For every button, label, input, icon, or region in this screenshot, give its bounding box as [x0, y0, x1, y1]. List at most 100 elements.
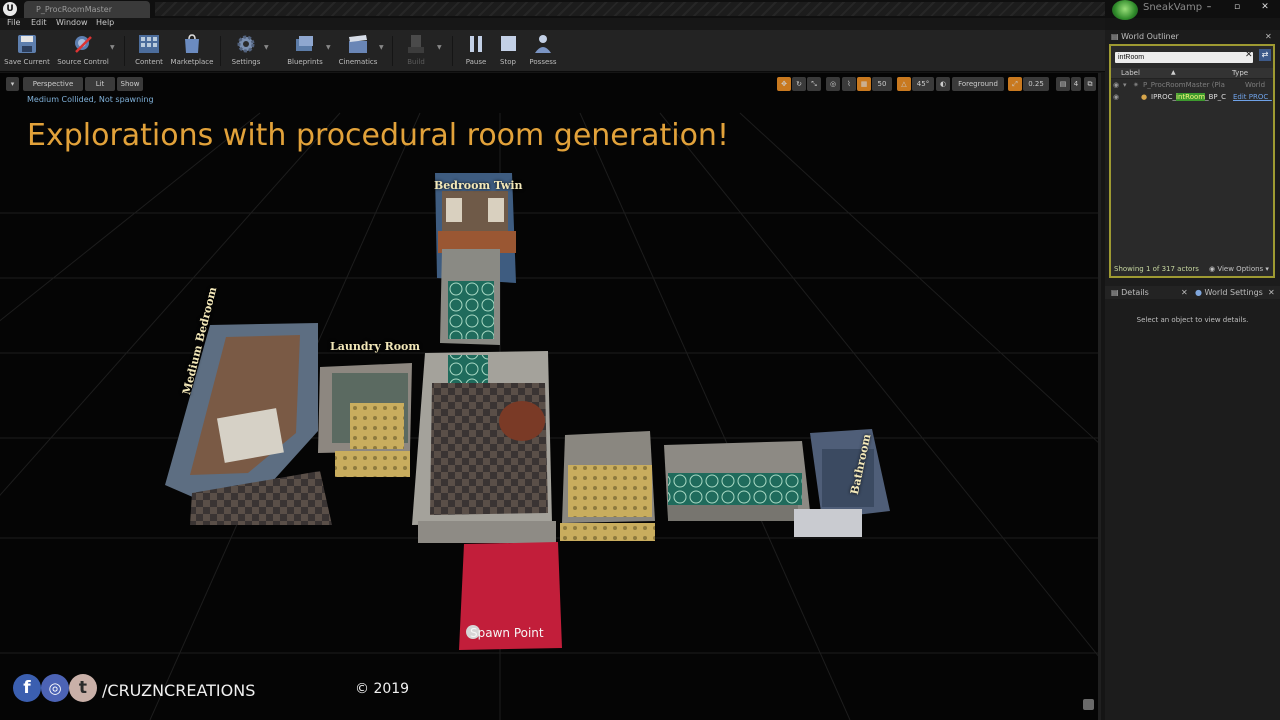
rotation-snap-icon[interactable]: △	[897, 77, 911, 91]
main-toolbar: Save Current Source Control ▼ Content Ma…	[0, 30, 1105, 72]
viewport-status-text: Medium Collided, Not spawning	[27, 95, 154, 104]
cinematics-dropdown-icon[interactable]: ▼	[379, 44, 384, 51]
camera-speed-icon[interactable]: ▤	[1056, 77, 1070, 91]
actor-count-text: Showing 1 of 317 actors	[1114, 265, 1199, 273]
possess-label: Possess	[529, 58, 557, 66]
details-tab[interactable]: ▤ Details	[1111, 288, 1181, 302]
room-laundry[interactable]	[318, 363, 412, 477]
close-button[interactable]: ✕	[1255, 2, 1275, 16]
cinematics-button[interactable]: Cinematics	[337, 33, 379, 69]
world-row-type: World	[1245, 81, 1266, 89]
camera-icon[interactable]: ◐	[936, 77, 950, 91]
toolbar-separator	[220, 36, 221, 66]
save-current-button[interactable]: Save Current	[4, 33, 50, 69]
close-details-icon[interactable]: ✕	[1181, 288, 1193, 302]
sort-arrow-icon: ▲	[1171, 69, 1176, 76]
source-control-label: Source Control	[57, 58, 109, 66]
tree-row-actor[interactable]: ◉ ● IPROC_intRoom_BP_C Edit PROC_	[1111, 93, 1273, 104]
title-bar: U P_ProcRoomMaster SneakVamp – ▫ ✕	[0, 0, 1280, 20]
viewport-transform-bar: ✥ ↻ ⤡ ◎ ⌇ ▦ 50 △ 45° ◐ Foreground ⤢ 0.25…	[776, 77, 1098, 91]
source-control-dropdown-icon[interactable]: ▼	[110, 44, 115, 51]
viewport-resize-handle[interactable]	[1083, 699, 1094, 710]
close-world-settings-icon[interactable]: ✕	[1268, 288, 1278, 302]
copyright-text: © 2019	[355, 681, 410, 697]
tumblr-icon: t	[69, 674, 97, 702]
title-bar-drag-area[interactable]	[155, 2, 1105, 16]
room-hallway[interactable]	[440, 249, 500, 345]
visibility-eye-icon[interactable]: ◉	[1113, 93, 1119, 101]
label-spawn-point: Spawn Point	[470, 626, 544, 640]
menu-window[interactable]: Window	[56, 18, 88, 27]
toolbar-separator	[124, 36, 125, 66]
possess-button[interactable]: Possess	[526, 33, 560, 69]
level-viewport[interactable]: ▾ Perspective Lit Show ✥ ↻ ⤡ ◎ ⌇ ▦ 50 △ …	[0, 73, 1101, 720]
source-control-button[interactable]: Source Control	[56, 33, 110, 69]
build-label: Build	[407, 58, 425, 66]
grid-snap-icon[interactable]: ▦	[857, 77, 871, 91]
grid-size-value[interactable]: 50	[872, 77, 892, 91]
label-column-header[interactable]: Label	[1121, 69, 1140, 77]
build-button[interactable]: Build	[400, 33, 432, 69]
scale-mode-icon[interactable]: ⤡	[807, 77, 821, 91]
rotate-mode-icon[interactable]: ↻	[792, 77, 806, 91]
blueprints-button[interactable]: Blueprints	[284, 33, 326, 69]
visibility-eye-icon[interactable]: ◉	[1113, 81, 1119, 89]
lit-button[interactable]: Lit	[85, 77, 115, 91]
room-bathroom[interactable]	[794, 429, 890, 537]
facebook-icon: f	[13, 674, 41, 702]
rotation-snap-value[interactable]: 45°	[912, 77, 934, 91]
toolbar-separator	[392, 36, 393, 66]
room-yellow[interactable]	[560, 431, 655, 541]
world-outliner-title: World Outliner	[1121, 32, 1179, 41]
save-icon	[18, 35, 36, 53]
outliner-view-icon[interactable]: ⇄	[1259, 49, 1271, 61]
world-space-icon[interactable]: ◎	[826, 77, 840, 91]
settings-dropdown-icon[interactable]: ▼	[264, 44, 269, 51]
room-central-hall[interactable]	[412, 351, 556, 543]
camera-speed-value[interactable]: 4	[1071, 77, 1081, 91]
user-avatar-icon[interactable]	[1112, 0, 1138, 20]
details-empty-message: Select an object to view details.	[1136, 316, 1249, 324]
maximize-viewport-icon[interactable]: ⧉	[1084, 77, 1096, 91]
show-button[interactable]: Show	[117, 77, 143, 91]
world-settings-tab[interactable]: ● World Settings	[1195, 288, 1267, 302]
world-row-label: P_ProcRoomMaster (Pla	[1143, 81, 1225, 89]
stop-button[interactable]: Stop	[495, 33, 521, 69]
scale-snap-icon[interactable]: ⤢	[1008, 77, 1022, 91]
outliner-search-input[interactable]	[1115, 52, 1253, 63]
settings-button[interactable]: Settings	[228, 33, 264, 69]
content-label: Content	[135, 58, 163, 66]
clear-search-icon[interactable]: ✕	[1245, 50, 1253, 60]
perspective-button[interactable]: Perspective	[23, 77, 83, 91]
blueprints-dropdown-icon[interactable]: ▼	[326, 44, 331, 51]
expand-arrow-icon[interactable]: ▾	[1123, 81, 1127, 89]
instagram-icon: ◎	[41, 674, 69, 702]
unreal-logo-icon[interactable]: U	[3, 2, 17, 16]
pause-button[interactable]: Pause	[462, 33, 490, 69]
outliner-icon: ▤	[1111, 32, 1122, 41]
menu-edit[interactable]: Edit	[31, 18, 47, 27]
layer-button[interactable]: Foreground	[952, 77, 1004, 91]
marketplace-button[interactable]: Marketplace	[170, 33, 214, 69]
label-laundry-room: Laundry Room	[330, 340, 421, 353]
translate-mode-icon[interactable]: ✥	[777, 77, 791, 91]
edit-blueprint-link[interactable]: Edit PROC_	[1233, 93, 1272, 101]
content-button[interactable]: Content	[132, 33, 166, 69]
menu-help[interactable]: Help	[96, 18, 114, 27]
tree-row-world[interactable]: ◉ ▾ ✷ P_ProcRoomMaster (Pla World	[1111, 81, 1273, 92]
maximize-button[interactable]: ▫	[1227, 2, 1247, 16]
room-green[interactable]	[664, 441, 810, 521]
details-icon: ▤	[1111, 288, 1122, 297]
viewport-options-button[interactable]: ▾	[6, 77, 19, 91]
scale-snap-value[interactable]: 0.25	[1023, 77, 1049, 91]
gear-icon	[237, 35, 255, 53]
menu-file[interactable]: File	[7, 18, 20, 27]
surface-snap-icon[interactable]: ⌇	[842, 77, 856, 91]
world-icon: ✷	[1133, 81, 1139, 89]
view-options-button[interactable]: ◉ View Options ▾	[1209, 265, 1269, 273]
globe-icon: ●	[1195, 288, 1205, 297]
build-dropdown-icon[interactable]: ▼	[437, 44, 442, 51]
level-tab[interactable]: P_ProcRoomMaster	[24, 1, 150, 18]
minimize-button[interactable]: –	[1199, 2, 1219, 16]
type-column-header[interactable]: Type	[1232, 69, 1248, 77]
